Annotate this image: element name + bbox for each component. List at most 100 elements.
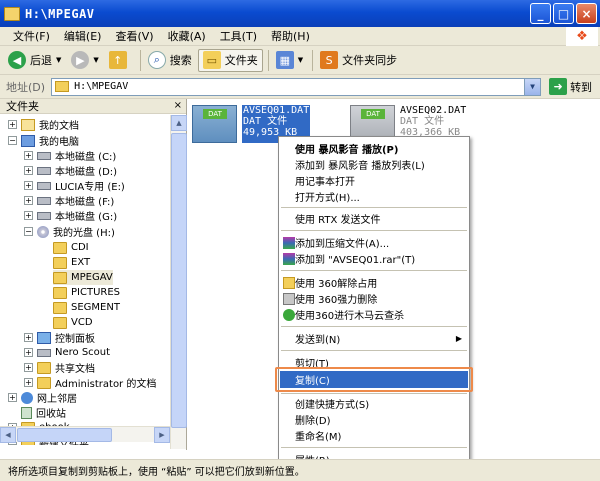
tree-item-ext[interactable]: EXT	[53, 255, 90, 270]
chevron-down-icon[interactable]: ▼	[56, 56, 61, 64]
menu-item-360-delete[interactable]: 使用 360强力删除	[280, 290, 468, 307]
scroll-right-icon[interactable]: ▶	[154, 427, 170, 443]
menu-item-delete[interactable]: 删除(D)	[280, 411, 468, 428]
folder-sync-button[interactable]: S 文件夹同步	[316, 49, 401, 72]
menu-item-play[interactable]: 使用 暴风影音 播放(P)	[280, 140, 468, 157]
tree-item-nero-scout[interactable]: + Nero Scout	[24, 345, 110, 360]
tree-item-drive-c[interactable]: + 本地磁盘 (C:)	[24, 148, 116, 163]
file-name: AVSEQ01.DAT	[243, 105, 310, 116]
expand-icon[interactable]: +	[24, 196, 33, 205]
menu-file[interactable]: 文件(F)	[6, 28, 57, 44]
menu-item-rtx-send[interactable]: 使用 RTX 发送文件	[280, 210, 468, 227]
network-icon	[21, 391, 33, 404]
menu-item-add-playlist[interactable]: 添加到 暴风影音 播放列表(L)	[280, 156, 468, 173]
scroll-up-icon[interactable]: ▲	[171, 115, 187, 131]
tree-item-recycle-bin[interactable]: 回收站	[21, 405, 66, 420]
scroll-left-icon[interactable]: ◀	[0, 427, 16, 443]
tree-item-control-panel[interactable]: + 控制面板	[24, 330, 95, 345]
menu-help[interactable]: 帮助(H)	[264, 28, 317, 44]
folder-icon: ▭	[202, 51, 221, 69]
windows-logo-icon: ❖	[566, 27, 598, 46]
chevron-down-icon[interactable]: ▼	[524, 78, 541, 95]
expand-icon[interactable]: +	[8, 120, 17, 129]
go-button[interactable]: ➜ 转到	[549, 78, 592, 95]
menu-view[interactable]: 查看(V)	[108, 28, 160, 44]
tree-item-my-computer[interactable]: − 我的电脑	[8, 133, 79, 148]
tree-item-drive-f[interactable]: + 本地磁盘 (F:)	[24, 193, 114, 208]
scrollbar-thumb[interactable]	[171, 133, 187, 428]
menu-item-360-scan[interactable]: 使用360进行木马云查杀	[280, 306, 468, 323]
menu-item-open-with[interactable]: 打开方式(H)...	[280, 188, 468, 205]
expand-icon[interactable]: +	[24, 333, 33, 342]
expand-icon[interactable]: +	[24, 151, 33, 160]
folders-button[interactable]: ▭ 文件夹	[197, 48, 263, 72]
scrollbar-thumb[interactable]	[17, 428, 112, 442]
expand-icon[interactable]: +	[24, 211, 33, 220]
close-icon[interactable]: ×	[174, 100, 182, 111]
expand-icon[interactable]: +	[24, 378, 33, 387]
close-button[interactable]: ×	[576, 3, 597, 24]
folders-vertical-scrollbar[interactable]: ▲	[170, 115, 187, 449]
folder-icon	[4, 6, 20, 21]
expand-icon[interactable]: +	[24, 363, 33, 372]
shield-icon	[283, 308, 295, 321]
back-label: 后退	[30, 54, 52, 67]
menu-separator	[281, 270, 467, 271]
tree-item-vcd[interactable]: VCD	[53, 315, 93, 330]
minimize-button[interactable]: _	[530, 3, 551, 24]
tree-item-drive-h[interactable]: − 我的光盘 (H:)	[24, 224, 115, 239]
collapse-icon[interactable]: −	[24, 227, 33, 236]
menu-favorites[interactable]: 收藏(A)	[161, 28, 213, 44]
tree-item-network[interactable]: + 网上邻居	[8, 390, 77, 405]
address-value: H:\MPEGAV	[74, 81, 129, 92]
maximize-button[interactable]: □	[553, 3, 574, 24]
folders-pane-header: 文件夹 ×	[0, 99, 186, 114]
tree-item-shared-docs[interactable]: + 共享文档	[24, 360, 95, 375]
address-input[interactable]: H:\MPEGAV ▼	[51, 77, 542, 96]
menu-item-open-notepad[interactable]: 用记事本打开	[280, 172, 468, 189]
address-bar: 地址(D) H:\MPEGAV ▼ ➜ 转到	[0, 75, 600, 99]
folders-horizontal-scrollbar[interactable]: ◀ ▶	[0, 426, 170, 443]
expand-icon[interactable]: +	[24, 181, 33, 190]
menu-item-create-shortcut[interactable]: 创建快捷方式(S)	[280, 395, 468, 412]
tree-item-admin-docs[interactable]: + Administrator 的文档	[24, 375, 156, 390]
chevron-down-icon[interactable]: ▼	[298, 56, 303, 64]
highlight-box	[275, 367, 473, 392]
folder-icon	[53, 301, 67, 314]
menu-item-360-unlock[interactable]: 使用 360解除占用	[280, 274, 468, 291]
menu-item-add-archive[interactable]: 添加到压缩文件(A)...	[280, 234, 468, 251]
forward-button[interactable]: ▶ ▼	[67, 49, 102, 72]
tree-item-mpegav[interactable]: MPEGAV	[53, 270, 113, 285]
window-title: H:\MPEGAV	[25, 6, 95, 21]
menu-separator	[281, 350, 467, 351]
hard-drive-icon	[37, 166, 51, 175]
folder-icon	[55, 81, 70, 92]
back-button[interactable]: ◀ 后退 ▼	[4, 49, 65, 72]
collapse-icon[interactable]: −	[8, 136, 17, 145]
tree-item-cdi[interactable]: CDI	[53, 240, 89, 255]
menu-tools[interactable]: 工具(T)	[213, 28, 264, 44]
menu-item-add-rar[interactable]: 添加到 "AVSEQ01.rar"(T)	[280, 250, 468, 267]
hard-drive-icon	[37, 151, 51, 160]
tree-item-drive-e[interactable]: + LUCIA专用 (E:)	[24, 178, 125, 193]
views-icon: ▦	[275, 51, 294, 69]
menu-item-send-to[interactable]: 发送到(N) ▶	[280, 330, 468, 347]
menu-item-rename[interactable]: 重命名(M)	[280, 427, 468, 444]
chevron-down-icon[interactable]: ▼	[93, 56, 98, 64]
up-button[interactable]: ↑	[105, 49, 135, 72]
search-button[interactable]: ⌕ 搜索	[144, 49, 196, 72]
tree-item-drive-d[interactable]: + 本地磁盘 (D:)	[24, 163, 117, 178]
menu-bar: 文件(F) 编辑(E) 查看(V) 收藏(A) 工具(T) 帮助(H)	[0, 27, 600, 46]
tree-item-my-documents[interactable]: + 我的文档	[8, 117, 79, 132]
tree-item-segment[interactable]: SEGMENT	[53, 300, 120, 315]
tree-item-drive-g[interactable]: + 本地磁盘 (G:)	[24, 208, 117, 223]
expand-icon[interactable]: +	[24, 166, 33, 175]
dat-file-icon: DAT	[192, 105, 237, 143]
menu-edit[interactable]: 编辑(E)	[57, 28, 109, 44]
winrar-icon	[283, 236, 295, 249]
tree-item-pictures[interactable]: PICTURES	[53, 285, 120, 300]
expand-icon[interactable]: +	[8, 393, 17, 402]
expand-icon[interactable]: +	[24, 348, 33, 357]
views-button[interactable]: ▦ ▼	[272, 49, 307, 72]
recycle-bin-icon	[21, 406, 32, 419]
